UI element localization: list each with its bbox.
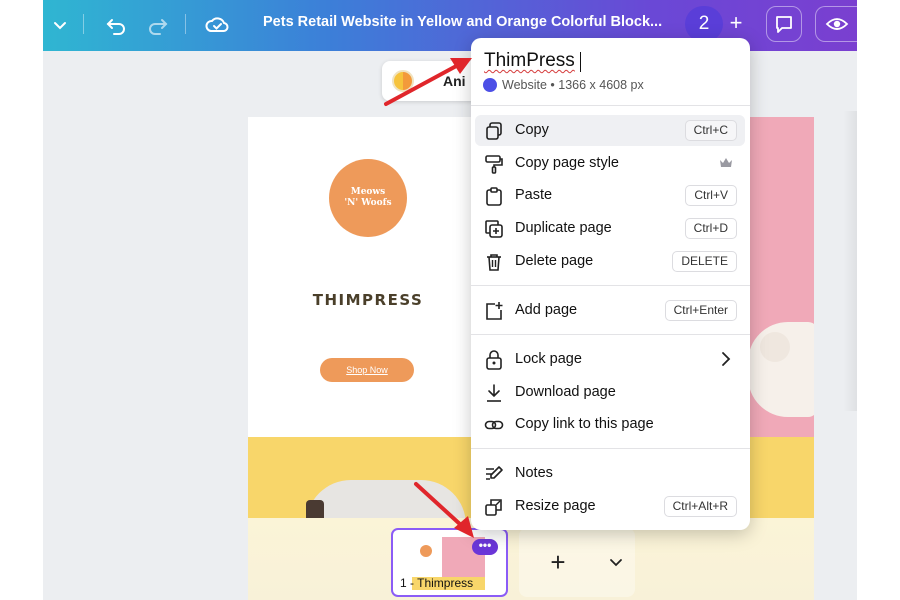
website-icon (483, 78, 497, 92)
eye-icon (825, 18, 848, 30)
menu-item-label: Copy page style (515, 155, 619, 171)
shortcut-badge: Ctrl+D (684, 218, 737, 239)
shortcut-badge: Ctrl+Alt+R (663, 496, 737, 517)
undo-icon[interactable] (103, 12, 129, 38)
paint-roller-icon (485, 155, 503, 174)
menu-item-copy[interactable]: Copy Ctrl+C (475, 115, 745, 146)
preview-button[interactable] (815, 6, 857, 42)
cat-head (760, 332, 790, 362)
annotation-arrow-bottom (414, 482, 474, 538)
shortcut-badge: DELETE (672, 251, 737, 272)
shop-now-button[interactable]: Shop Now (320, 358, 414, 382)
clipboard-icon (486, 187, 502, 206)
menu-item-label: Copy link to this page (515, 416, 654, 432)
editor-screen: Pets Retail Website in Yellow and Orange… (0, 0, 900, 600)
comment-button[interactable] (766, 6, 802, 42)
page-name-value: ThimPress (484, 50, 575, 71)
menu-item-notes[interactable]: Notes (475, 458, 745, 489)
menu-item-label: Copy (515, 122, 549, 138)
menu-item-download-page[interactable]: Download page (475, 377, 745, 408)
toolbar-divider (185, 14, 186, 34)
menu-item-copy-link[interactable]: Copy link to this page (475, 409, 745, 440)
menu-item-label: Download page (515, 384, 616, 400)
menu-item-lock-page[interactable]: Lock page (475, 344, 745, 375)
panel-edge (843, 111, 857, 411)
add-page-icon (486, 302, 503, 320)
trash-icon (487, 254, 501, 271)
link-icon (484, 420, 504, 430)
menu-item-paste[interactable]: Paste Ctrl+V (475, 180, 745, 211)
crown-icon (720, 158, 732, 167)
collaborator-count-badge[interactable]: 2 (685, 6, 723, 42)
chevron-right-icon (722, 352, 731, 366)
menu-item-label: Delete page (515, 253, 594, 269)
menu-item-delete-page[interactable]: Delete page DELETE (475, 246, 745, 277)
brand-title: THIMPRESS (312, 291, 424, 309)
menu-item-resize-page[interactable]: Resize page Ctrl+Alt+R (475, 491, 745, 522)
menu-item-add-page[interactable]: Add page Ctrl+Enter (475, 295, 745, 326)
menu-item-label: Paste (515, 187, 553, 203)
annotation-arrow-top (384, 58, 472, 106)
text-caret (580, 52, 581, 72)
shortcut-badge: Ctrl+V (685, 185, 737, 206)
add-page-button[interactable]: + (546, 549, 570, 575)
duplicate-icon (485, 220, 503, 238)
cloud-saved-icon[interactable] (204, 12, 230, 38)
copy-icon (486, 122, 502, 140)
document-title[interactable]: Pets Retail Website in Yellow and Orange… (263, 14, 662, 30)
lock-icon (486, 350, 502, 370)
menu-divider (471, 448, 750, 449)
toolbar-divider (83, 14, 84, 34)
menu-item-label: Notes (515, 465, 553, 481)
shortcut-badge: Ctrl+C (684, 120, 737, 141)
pet-photo-detail (306, 500, 324, 518)
add-icon[interactable]: + (723, 10, 749, 36)
menu-item-label: Lock page (515, 351, 582, 367)
page-type-info: Website • 1366 x 4608 px (502, 78, 644, 92)
redo-icon[interactable] (145, 12, 171, 38)
menu-divider (471, 285, 750, 286)
menu-item-label: Duplicate page (515, 220, 612, 236)
page-context-menu (471, 38, 750, 530)
chevron-down-icon[interactable] (607, 552, 625, 572)
menu-item-label: Add page (515, 302, 578, 318)
chevron-down-icon[interactable] (47, 12, 73, 38)
comment-icon (776, 16, 792, 33)
menu-item-label: Resize page (515, 498, 596, 514)
page-thumbnail-label: 1 - Thimpress (400, 576, 474, 590)
download-icon (487, 384, 501, 402)
logo-text-line2: 'N' Woofs (344, 198, 392, 208)
logo-text-line1: Meows (350, 187, 386, 197)
shortcut-badge: Ctrl+Enter (664, 300, 737, 321)
menu-divider (471, 334, 750, 335)
menu-item-copy-page-style[interactable]: Copy page style (475, 148, 745, 179)
menu-item-duplicate-page[interactable]: Duplicate page Ctrl+D (475, 213, 745, 244)
menu-divider (471, 105, 750, 106)
